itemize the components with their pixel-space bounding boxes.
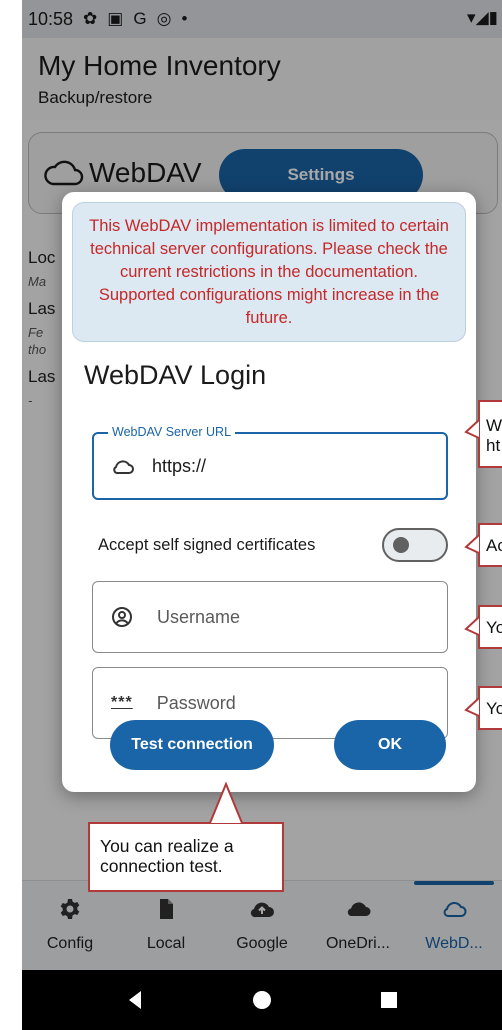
toggle-knob xyxy=(393,537,409,553)
callout-url: W ht xyxy=(478,400,502,468)
password-input[interactable] xyxy=(156,692,387,714)
account-circle-icon xyxy=(112,607,132,627)
cloud-outline-icon xyxy=(113,460,134,474)
self-signed-toggle[interactable] xyxy=(382,528,448,562)
home-icon[interactable] xyxy=(251,989,273,1011)
callout-password: Yo xyxy=(478,686,502,730)
webdav-login-dialog: This WebDAV implementation is limited to… xyxy=(62,192,476,792)
server-url-label: WebDAV Server URL xyxy=(108,425,236,439)
ok-button[interactable]: OK xyxy=(334,720,446,770)
self-signed-row: Accept self signed certificates xyxy=(98,528,448,562)
self-signed-label: Accept self signed certificates xyxy=(98,535,316,554)
password-icon: *** xyxy=(111,694,133,711)
test-connection-button[interactable]: Test connection xyxy=(110,720,274,770)
callout-certificate: Ac xyxy=(478,523,502,567)
username-field[interactable] xyxy=(92,581,448,653)
limitation-notice: This WebDAV implementation is limited to… xyxy=(72,202,466,342)
callout-test-connection: You can realize a connection test. xyxy=(88,822,284,892)
back-icon[interactable] xyxy=(125,989,145,1011)
system-navigation-bar xyxy=(22,970,502,1030)
username-input[interactable] xyxy=(157,606,387,628)
callout-username: Yo xyxy=(478,605,502,649)
recents-icon[interactable] xyxy=(379,990,399,1010)
server-url-input[interactable] xyxy=(152,455,352,477)
server-url-field[interactable]: WebDAV Server URL xyxy=(92,425,448,500)
dialog-title: WebDAV Login xyxy=(84,360,267,390)
